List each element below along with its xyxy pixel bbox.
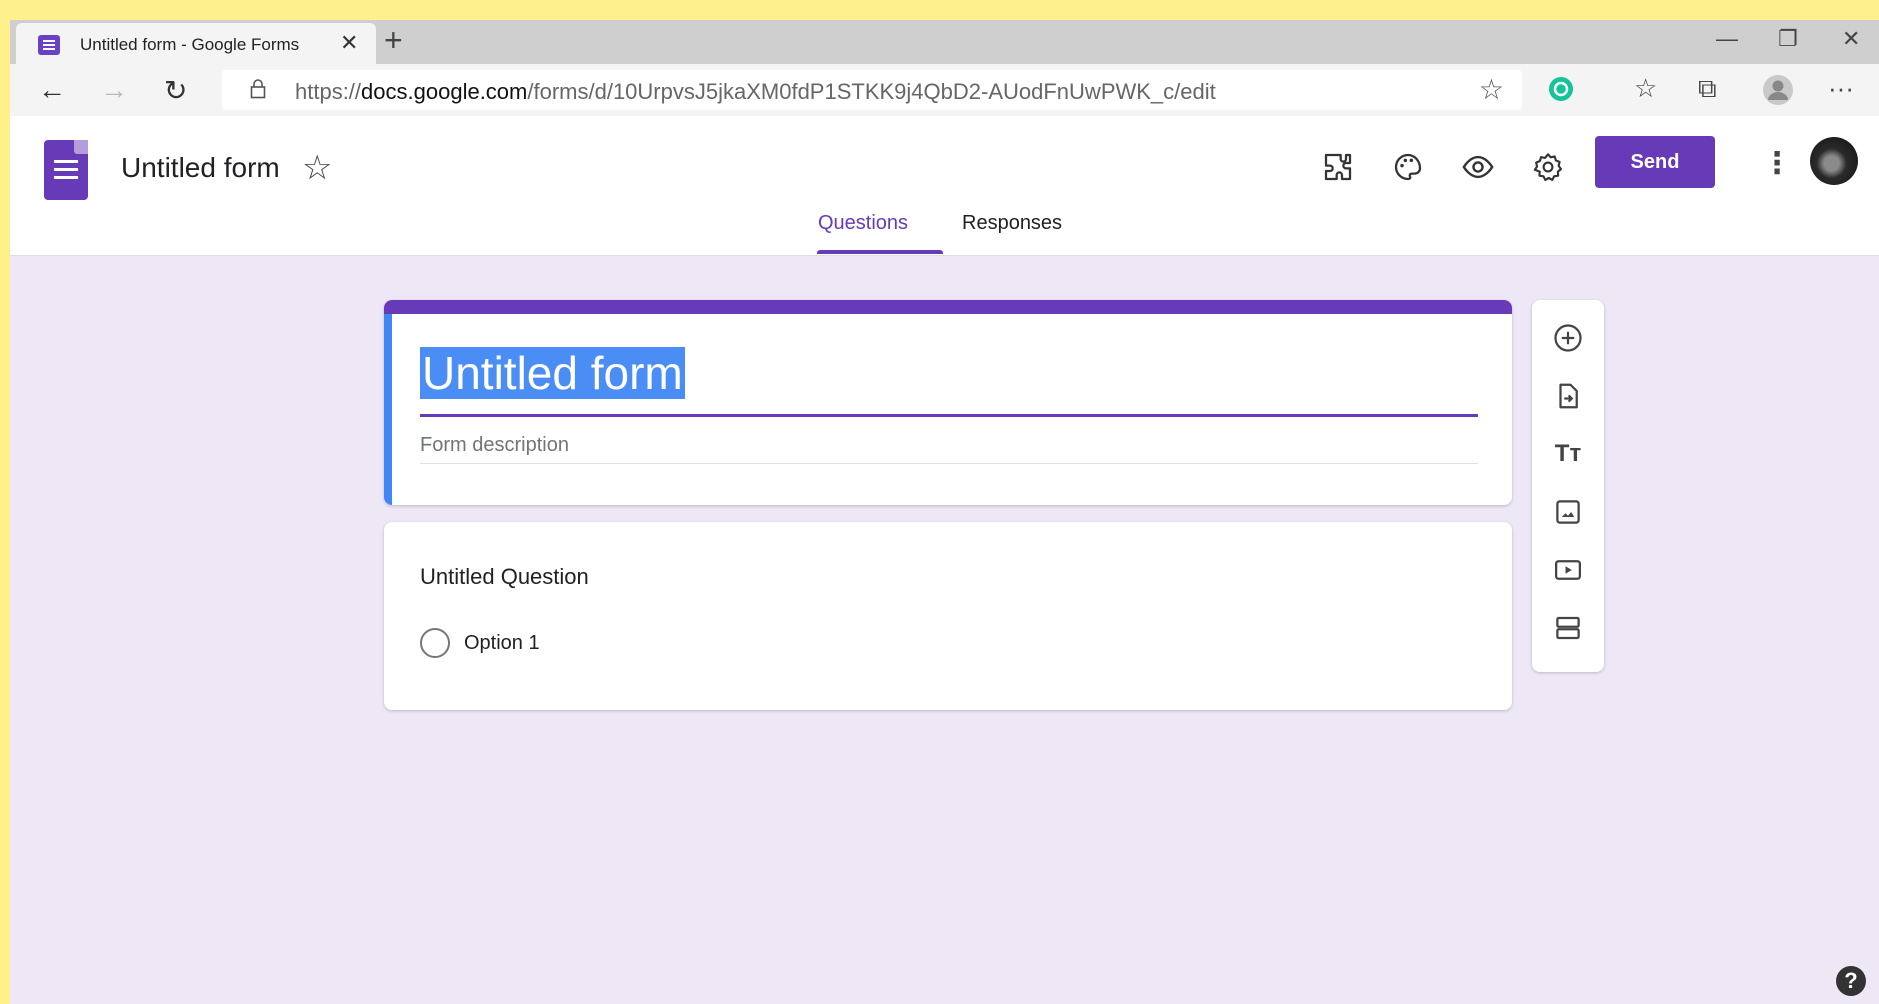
description-input-underline — [420, 463, 1478, 464]
minimize-window-icon[interactable]: — — [1716, 26, 1738, 52]
import-questions-icon[interactable] — [1552, 380, 1584, 412]
title-card-accent-bar — [384, 300, 1512, 314]
help-icon[interactable]: ? — [1836, 966, 1866, 996]
lock-icon — [250, 79, 266, 99]
send-button[interactable]: Send — [1595, 136, 1715, 188]
browser-menu-icon[interactable]: ··· — [1828, 73, 1854, 104]
new-tab-button[interactable]: + — [384, 22, 403, 59]
tab-responses[interactable]: Responses — [962, 212, 1062, 256]
favorites-icon[interactable]: ☆ — [1634, 73, 1657, 104]
form-description-input[interactable]: Form description — [420, 434, 569, 457]
question-card[interactable]: Untitled Question Option 1 — [384, 522, 1512, 710]
address-bar[interactable]: https://docs.google.com/forms/d/10UrpvsJ… — [222, 70, 1522, 110]
floating-toolbar: Tт — [1532, 300, 1604, 672]
palette-icon[interactable] — [1385, 144, 1431, 190]
bookmark-star-icon[interactable]: ☆ — [1479, 73, 1504, 106]
add-video-icon[interactable] — [1552, 554, 1584, 586]
tab-strip: Untitled form - Google Forms ✕ + — ❐ ✕ — [10, 20, 1879, 64]
forms-header: Untitled form ☆ Send ⋮ Questions Respons… — [10, 116, 1879, 256]
star-icon[interactable]: ☆ — [302, 148, 332, 188]
selected-title-text: Untitled form — [420, 347, 685, 399]
close-tab-icon[interactable]: ✕ — [340, 30, 358, 56]
refresh-icon[interactable]: ↻ — [164, 74, 187, 107]
close-window-icon[interactable]: ✕ — [1842, 26, 1860, 52]
browser-window: Untitled form - Google Forms ✕ + — ❐ ✕ ←… — [10, 20, 1879, 1004]
title-input-underline — [420, 414, 1478, 417]
google-forms-logo-icon[interactable] — [44, 140, 88, 200]
profile-icon[interactable] — [1762, 74, 1794, 106]
google-forms-favicon-icon — [38, 35, 60, 55]
option-label[interactable]: Option 1 — [464, 632, 540, 655]
browser-toolbar: ← → ↻ https://docs.google.com/forms/d/10… — [10, 64, 1879, 116]
form-title-card: Untitled form Form description — [384, 300, 1512, 505]
question-title[interactable]: Untitled Question — [420, 564, 589, 590]
back-arrow-icon[interactable]: ← — [38, 74, 66, 106]
active-tab-indicator — [817, 250, 943, 254]
add-title-icon[interactable]: Tт — [1552, 438, 1584, 470]
addons-icon[interactable] — [1315, 144, 1361, 190]
more-options-icon[interactable]: ⋮ — [1762, 146, 1792, 181]
radio-button-icon — [420, 628, 450, 658]
settings-icon[interactable] — [1525, 144, 1571, 190]
avatar[interactable] — [1810, 137, 1858, 185]
grammarly-extension-icon[interactable] — [1548, 76, 1574, 102]
add-image-icon[interactable] — [1552, 496, 1584, 528]
selected-card-indicator — [384, 314, 392, 505]
form-title-input[interactable]: Untitled form — [420, 346, 685, 400]
address-url: https://docs.google.com/forms/d/10UrpvsJ… — [295, 79, 1216, 104]
restore-window-icon[interactable]: ❐ — [1778, 26, 1798, 52]
collections-icon[interactable]: ⧉ — [1698, 73, 1717, 105]
form-name[interactable]: Untitled form — [121, 152, 280, 184]
preview-icon[interactable] — [1455, 144, 1501, 190]
forward-arrow-icon[interactable]: → — [100, 74, 128, 106]
add-question-icon[interactable] — [1552, 322, 1584, 354]
browser-tab[interactable]: Untitled form - Google Forms ✕ — [16, 23, 376, 64]
browser-tab-title: Untitled form - Google Forms — [80, 35, 300, 54]
add-section-icon[interactable] — [1552, 612, 1584, 644]
